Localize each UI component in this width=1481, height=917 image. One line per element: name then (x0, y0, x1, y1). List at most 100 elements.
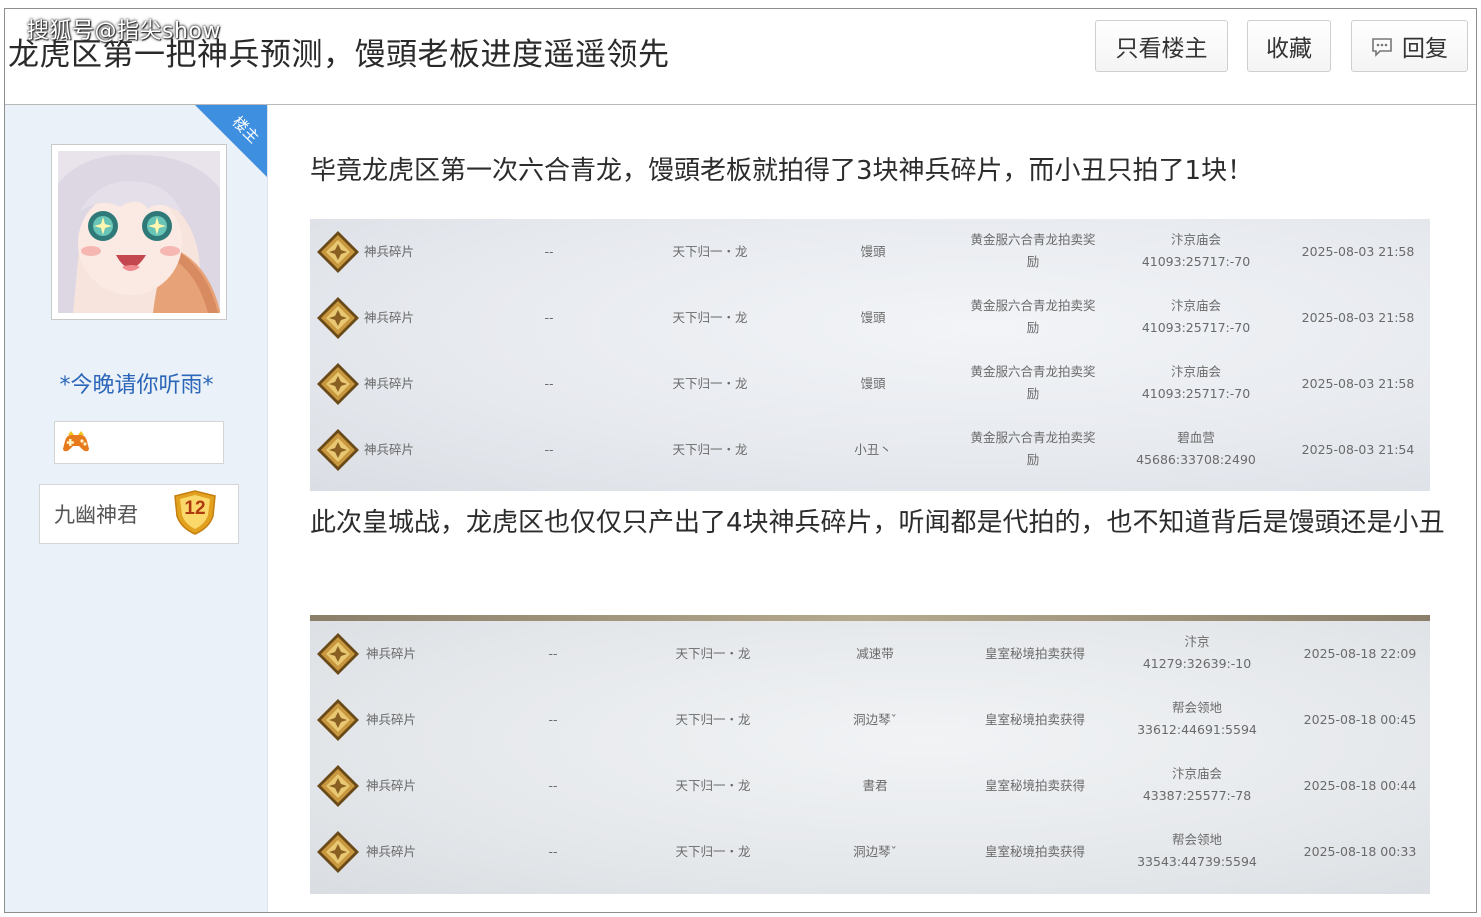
guild-cell: 帮会领地 (1171, 832, 1222, 847)
item-name-cell: 神兵碎片 (363, 442, 414, 457)
server-cell: 天下归一・龙 (672, 244, 748, 259)
item-name-cell: 神兵碎片 (365, 778, 416, 793)
level-card: 九幽神君 12 (39, 484, 239, 544)
server-cell: 天下归一・龙 (675, 712, 751, 727)
paragraph-2: 此次皇城战，龙虎区也仅仅只产出了4块神兵碎片，听闻都是代拍的，也不知道背后是馒頭… (310, 508, 1445, 538)
coordinate-cell: 33612:44691:5594 (1137, 722, 1257, 737)
source-cell: 皇室秘境拍卖获得 (984, 712, 1085, 727)
source-cell-line2: 励 (1026, 254, 1040, 269)
buyer-cell: 洞边琴ˇ (853, 844, 897, 859)
buyer-cell: 馒頭 (860, 244, 886, 259)
source-cell-line2: 励 (1026, 452, 1040, 467)
empty-cell: -- (548, 646, 558, 661)
source-cell: 黄金服六合青龙拍卖奖 (970, 364, 1096, 379)
server-cell: 天下归一・龙 (672, 310, 748, 325)
server-cell: 天下归一・龙 (672, 376, 748, 391)
server-cell: 天下归一・龙 (672, 442, 748, 457)
paragraph-1: 毕竟龙虎区第一次六合青龙，馒頭老板就拍得了3块神兵碎片，而小丑只拍了1块！ (310, 156, 1254, 186)
empty-cell: -- (548, 712, 558, 727)
rank-title: 九幽神君 (54, 503, 138, 527)
gamepad-medal-icon[interactable] (61, 431, 91, 453)
avatar-image (53, 151, 228, 313)
item-name-cell: 神兵碎片 (365, 712, 416, 727)
table-row: 神兵碎片 -- 天下归一・龙 洞边琴ˇ 皇室秘境拍卖获得 帮会领地 33543:44739:… (310, 819, 1430, 885)
favorite-button[interactable]: 收藏 (1247, 20, 1331, 72)
table-row: 神兵碎片 -- 天下归一・龙 减速带 皇室秘境拍卖获得 汴京 41279:32639:-10… (310, 621, 1430, 687)
medal-row (54, 421, 224, 464)
time-cell: 2025-08-18 00:33 (1303, 844, 1417, 859)
source-cell: 皇室秘境拍卖获得 (984, 844, 1085, 859)
time-cell: 2025-08-03 21:58 (1301, 310, 1415, 325)
empty-cell: -- (544, 376, 554, 391)
table-row: 神兵碎片 -- 天下归一・龙 書君 皇室秘境拍卖获得 汴京庙会 43387:25577:-7… (310, 753, 1430, 819)
table-row: 神兵碎片 -- 天下归一・龙 馒頭 黄金服六合青龙拍卖奖励 汴京庙会 41093:25717… (310, 351, 1430, 417)
server-cell: 天下归一・龙 (675, 646, 751, 661)
buyer-cell: 馒頭 (860, 376, 886, 391)
item-name-cell: 神兵碎片 (365, 844, 416, 859)
auction-screenshot-1: 神兵碎片 -- 天下归一・龙 馒頭 黄金服六合青龙拍卖奖励汴京庙会 41093:25717… (310, 219, 1430, 491)
author-sidebar: 楼主 *今晚请你听雨* 九幽神君 12 (5, 105, 268, 912)
author-name[interactable]: *今晚请你听雨* (5, 367, 267, 399)
server-cell: 天下归一・龙 (675, 778, 751, 793)
guild-cell: 汴京 (1184, 634, 1210, 649)
buyer-cell: 洞边琴ˇ (853, 712, 897, 727)
post-content: 毕竟龙虎区第一次六合青龙，馒頭老板就拍得了3块神兵碎片，而小丑只拍了1块！ 神兵… (308, 105, 1473, 912)
guild-cell: 帮会领地 (1171, 700, 1222, 715)
reply-label: 回复 (1402, 36, 1448, 62)
source-cell: 皇室秘境拍卖获得 (984, 646, 1085, 661)
empty-cell: -- (544, 310, 554, 325)
empty-cell: -- (544, 244, 554, 259)
table-row: 神兵碎片 -- 天下归一・龙 小丑丶 黄金服六合青龙拍卖奖励 碧血营 45686:33708… (310, 417, 1430, 483)
post-frame: 龙虎区第一把神兵预测，馒頭老板进度遥遥领先 只看楼主 收藏 回复 楼主 *今晚请… (4, 8, 1477, 913)
guild-cell: 碧血营 (1177, 430, 1215, 445)
buyer-cell: 减速带 (856, 646, 894, 661)
empty-cell: -- (548, 778, 558, 793)
golden-diamond-fragment-icon (316, 698, 360, 742)
coordinate-cell: 41093:25717:-70 (1141, 320, 1251, 335)
guild-cell: 汴京庙会 (1170, 298, 1221, 313)
server-cell: 天下归一・龙 (675, 844, 751, 859)
source-cell-line2: 励 (1026, 320, 1040, 335)
time-cell: 2025-08-18 22:09 (1303, 646, 1417, 661)
source-cell-line2: 励 (1026, 386, 1040, 401)
post-header: 龙虎区第一把神兵预测，馒頭老板进度遥遥领先 只看楼主 收藏 回复 (5, 9, 1476, 105)
level-number: 12 (184, 498, 206, 519)
coordinate-cell: 41093:25717:-70 (1141, 254, 1251, 269)
speech-bubble-icon (1371, 37, 1393, 57)
empty-cell: -- (548, 844, 558, 859)
golden-diamond-fragment-icon (316, 830, 360, 874)
table-row: 神兵碎片 -- 天下归一・龙 洞边琴ˇ 皇室秘境拍卖获得 帮会领地 33612:44691:… (310, 687, 1430, 753)
coordinate-cell: 41093:25717:-70 (1141, 386, 1251, 401)
buyer-cell: 書君 (862, 778, 888, 793)
empty-cell: -- (544, 442, 554, 457)
source-cell: 皇室秘境拍卖获得 (984, 778, 1085, 793)
source-cell: 黄金服六合青龙拍卖奖 (970, 232, 1096, 247)
item-name-cell: 神兵碎片 (365, 646, 416, 661)
watermark: 搜狐号@指尖show (27, 19, 221, 44)
time-cell: 2025-08-18 00:44 (1303, 778, 1417, 793)
coordinate-cell: 41279:32639:-10 (1142, 656, 1252, 671)
item-name-cell: 神兵碎片 (363, 376, 414, 391)
table-row: 神兵碎片 -- 天下归一・龙 馒頭 黄金服六合青龙拍卖奖励 汴京庙会 41093:25717… (310, 219, 1430, 285)
shield-level-icon: 12 (171, 490, 219, 536)
buyer-cell: 小丑丶 (854, 442, 892, 457)
item-name-cell: 神兵碎片 (363, 310, 414, 325)
time-cell: 2025-08-03 21:58 (1301, 244, 1415, 259)
coordinate-cell: 33543:44739:5594 (1137, 854, 1257, 869)
auction-screenshot-2: 神兵碎片 -- 天下归一・龙 减速带 皇室秘境拍卖获得 汴京 41279:32639:-10… (310, 615, 1430, 894)
item-name-cell: 神兵碎片 (363, 244, 414, 259)
coordinate-cell: 43387:25577:-78 (1142, 788, 1252, 803)
coordinate-cell: 45686:33708:2490 (1136, 452, 1256, 467)
only-op-button[interactable]: 只看楼主 (1095, 20, 1228, 72)
reply-button[interactable]: 回复 (1351, 20, 1468, 72)
avatar[interactable] (51, 144, 228, 320)
time-cell: 2025-08-03 21:58 (1301, 376, 1415, 391)
time-cell: 2025-08-18 00:45 (1303, 712, 1417, 727)
time-cell: 2025-08-03 21:54 (1301, 442, 1415, 457)
golden-diamond-fragment-icon (316, 632, 360, 676)
guild-cell: 汴京庙会 (1170, 364, 1221, 379)
golden-diamond-fragment-icon (316, 764, 360, 808)
guild-cell: 汴京庙会 (1171, 766, 1222, 781)
table-row: 神兵碎片 -- 天下归一・龙 馒頭 黄金服六合青龙拍卖奖励 汴京庙会 41093:25717… (310, 285, 1430, 351)
source-cell: 黄金服六合青龙拍卖奖 (970, 430, 1096, 445)
